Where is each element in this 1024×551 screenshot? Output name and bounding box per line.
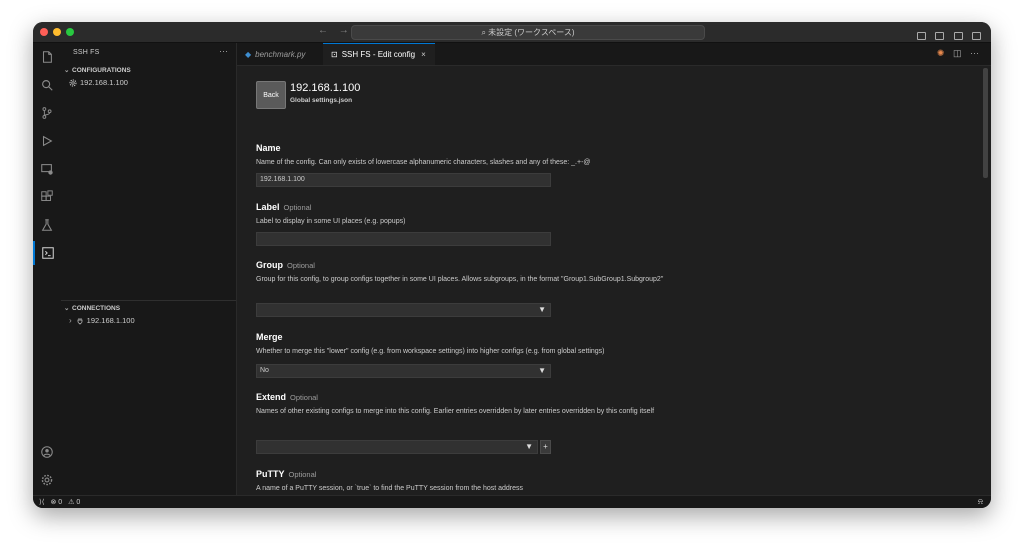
group-label: Group Optional [256, 260, 315, 270]
activity-bar [33, 43, 62, 495]
search-icon[interactable] [33, 73, 61, 97]
chevron-down-icon: ⌄ [64, 67, 70, 74]
split-editor-icon[interactable]: ◫ [953, 48, 962, 58]
accounts-icon[interactable] [33, 440, 61, 464]
ssh-fs-icon[interactable] [33, 241, 61, 265]
label-description: Label to display in some UI places (e.g.… [256, 218, 406, 225]
connections-section-header[interactable]: ⌄ CONNECTIONS [64, 304, 120, 312]
name-label: Name [256, 143, 281, 153]
merge-label: Merge [256, 332, 283, 342]
toggle-primary-sidebar-icon[interactable] [935, 32, 945, 40]
manage-gear-icon[interactable] [33, 468, 61, 492]
command-center-search[interactable]: ⌕ 未設定 (ワークスペース) [351, 25, 705, 40]
connection-item[interactable]: › 192.168.1.100 [69, 316, 135, 325]
back-button[interactable]: Back [256, 81, 286, 109]
config-editor: Back 192.168.1.100 Global settings.json … [237, 66, 991, 495]
remote-explorer-icon[interactable] [33, 157, 61, 181]
merge-select[interactable]: No ▼ [256, 364, 551, 378]
run-debug-icon[interactable] [33, 129, 61, 153]
source-control-icon[interactable] [33, 101, 61, 125]
scrollbar[interactable] [983, 68, 988, 178]
dropdown-arrow-icon: ▼ [538, 305, 546, 314]
title-bar: ← → ⌕ 未設定 (ワークスペース) [33, 22, 991, 43]
more-actions-icon[interactable]: ··· [970, 48, 979, 58]
gear-icon [69, 79, 77, 86]
terminal-icon: ⊡ [331, 50, 338, 59]
extensions-icon[interactable] [33, 185, 61, 209]
minimize-window-button[interactable] [53, 28, 61, 36]
back-arrow-icon[interactable]: ← [318, 25, 328, 36]
extend-select[interactable]: ▼ [256, 440, 538, 454]
status-left: ⟩⟨ ⊗ 0 ⚠ 0 [39, 498, 86, 506]
tab-actions: ✺ ◫ ··· [931, 48, 979, 59]
testing-icon[interactable] [33, 213, 61, 237]
putty-description: A name of a PuTTY session, or `true` to … [256, 485, 524, 492]
notifications-bell-icon[interactable]: ⍾ [978, 497, 983, 507]
close-tab-icon[interactable]: × [421, 50, 426, 59]
python-file-icon: ◆ [245, 49, 252, 59]
tab-benchmark-py[interactable]: ◆ benchmark.py [237, 43, 323, 65]
status-bar: ⟩⟨ ⊗ 0 ⚠ 0 ⍾ [33, 495, 991, 508]
debug-icon[interactable]: ✺ [937, 48, 945, 58]
label-label: Label Optional [256, 202, 312, 212]
configurations-section-header[interactable]: ⌄ CONFIGURATIONS [64, 66, 131, 74]
zoom-window-button[interactable] [66, 28, 74, 36]
group-select[interactable]: ▼ [256, 303, 551, 317]
customize-layout-icon[interactable] [916, 32, 926, 40]
config-item[interactable]: 192.168.1.100 [69, 78, 128, 87]
dropdown-arrow-icon: ▼ [538, 366, 546, 375]
warnings-count[interactable]: ⚠ 0 [68, 498, 80, 506]
ssh-fs-sidebar: SSH FS ··· ⌄ CONFIGURATIONS 192.168.1.100… [61, 43, 237, 495]
chevron-right-icon: › [69, 316, 72, 325]
add-extend-button[interactable]: + [540, 440, 551, 454]
dropdown-arrow-icon: ▼ [525, 442, 533, 451]
vscode-window: ← → ⌕ 未設定 (ワークスペース) SSH FS ··· ⌄ CONFIGU… [33, 22, 991, 508]
tab-ssh-fs-edit-config[interactable]: ⊡ SSH FS - Edit config × [323, 43, 435, 65]
forward-arrow-icon[interactable]: → [339, 25, 349, 36]
name-description: Name of the config. Can only exists of l… [256, 159, 591, 166]
toggle-panel-icon[interactable] [953, 32, 963, 40]
putty-label: PuTTY Optional [256, 469, 317, 479]
label-input[interactable] [256, 232, 551, 246]
plug-icon [77, 317, 83, 324]
sidebar-title: SSH FS [73, 49, 100, 56]
editor-tab-bar: ◆ benchmark.py ⊡ SSH FS - Edit config × … [237, 43, 991, 66]
extend-label: Extend Optional [256, 392, 318, 402]
remote-indicator-icon[interactable]: ⟩⟨ [39, 498, 44, 506]
config-location: Global settings.json [290, 97, 353, 104]
close-window-button[interactable] [40, 28, 48, 36]
merge-description: Whether to merge this "lower" config (e.… [256, 348, 605, 355]
extend-description: Names of other existing configs to merge… [256, 408, 655, 415]
group-description: Group for this config, to group configs … [256, 276, 664, 283]
name-input[interactable]: 192.168.1.100 [256, 173, 551, 187]
config-title: 192.168.1.100 [290, 82, 361, 94]
section-divider [61, 300, 236, 301]
toggle-secondary-sidebar-icon[interactable] [972, 32, 981, 40]
chevron-down-icon: ⌄ [64, 305, 70, 312]
errors-count[interactable]: ⊗ 0 [50, 498, 62, 506]
sidebar-more-icon[interactable]: ··· [219, 46, 228, 56]
explorer-icon[interactable] [33, 45, 61, 69]
